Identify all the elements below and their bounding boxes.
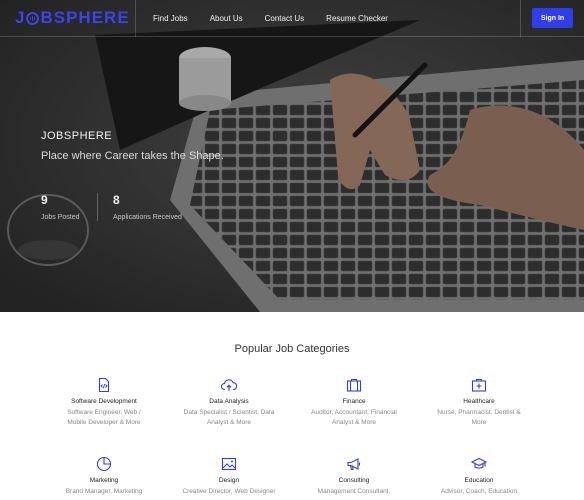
category-name: Finance	[342, 398, 366, 405]
stat-label: Applications Received	[113, 214, 182, 221]
category-description: Management Consultant,	[294, 487, 414, 497]
category-desc-line: Nurse, Pharmacist, Dentist &	[437, 409, 521, 416]
category-name: Software Development	[71, 398, 137, 405]
category-description: Advisor, Coach, Education	[419, 487, 539, 497]
cloud-upload-icon	[221, 379, 237, 391]
category-desc-line: More	[471, 419, 487, 426]
stat-value: 9	[41, 193, 48, 207]
category-desc-line: Mobile Developer & More	[67, 419, 141, 426]
category-desc-line: Brand Manager, Marketing	[65, 488, 143, 495]
hero-subtitle: Place where Career takes the Shape.	[41, 150, 224, 162]
nav-links: Find Jobs About Us Contact Us Resume Che…	[153, 0, 410, 37]
category-description: Creative Director, Web Designer	[169, 487, 289, 497]
globe-icon	[26, 11, 40, 25]
category-desc-line: Analyst & More	[206, 419, 252, 426]
category-name: Healthcare	[463, 398, 495, 405]
megaphone-icon	[347, 458, 361, 471]
category-desc-line: Data Specialist / Scientist, Data	[183, 409, 275, 416]
logo-text-end: BSPHERE	[40, 8, 130, 27]
jobsphere-logo[interactable]: J BSPHERE	[15, 8, 130, 28]
category-education[interactable]: Education Advisor, Coach, Education	[419, 456, 539, 497]
category-healthcare[interactable]: Healthcare Nurse, Pharmacist, Dentist & …	[419, 377, 539, 428]
category-desc-line: Analyst & More	[331, 419, 377, 426]
hero-title: JOBSPHERE	[41, 130, 113, 142]
category-desc-line: Advisor, Coach, Education	[440, 488, 518, 495]
category-software-development[interactable]: Software Development Software Engineer, …	[44, 377, 164, 428]
category-description: Brand Manager, Marketing	[44, 487, 164, 497]
nav-link-about-us[interactable]: About Us	[210, 14, 243, 23]
nav-divider	[520, 0, 521, 37]
category-description: Software Engineer, Web / Mobile Develope…	[44, 408, 164, 428]
nav-divider	[135, 0, 136, 37]
category-name: Consulting	[338, 477, 370, 484]
category-desc-line: Management Consultant,	[317, 488, 391, 495]
image-icon	[221, 457, 237, 471]
category-design[interactable]: Design Creative Director, Web Designer	[169, 456, 289, 497]
category-name: Data Analysis	[209, 398, 249, 405]
stat-applications-received: 8 Applications Received	[113, 193, 182, 221]
nav-link-contact-us[interactable]: Contact Us	[265, 14, 305, 23]
category-name: Education	[464, 477, 494, 484]
stat-jobs-posted: 9 Jobs Posted	[41, 193, 80, 221]
category-name: Design	[218, 477, 240, 484]
category-desc-line: Creative Director, Web Designer	[182, 488, 276, 495]
category-description: Data Specialist / Scientist, Data Analys…	[169, 408, 289, 428]
stat-label: Jobs Posted	[41, 214, 80, 221]
logo-text-start: J	[15, 8, 26, 27]
first-aid-icon	[471, 378, 487, 392]
code-file-icon	[98, 377, 110, 393]
nav-link-find-jobs[interactable]: Find Jobs	[153, 14, 188, 23]
category-data-analysis[interactable]: Data Analysis Data Specialist / Scientis…	[169, 377, 289, 428]
category-desc-line: Auditor, Accountant, Financial	[311, 409, 397, 416]
category-name: Marketing	[89, 477, 119, 484]
category-finance[interactable]: Finance Auditor, Accountant, Financial A…	[294, 377, 414, 428]
sign-in-button[interactable]: Sign In	[532, 8, 573, 28]
stat-divider	[97, 193, 98, 221]
graduation-cap-icon	[471, 457, 487, 469]
categories-heading: Popular Job Categories	[234, 343, 350, 355]
briefcase-icon	[346, 378, 362, 392]
category-description: Nurse, Pharmacist, Dentist & More	[419, 408, 539, 428]
top-navbar: J BSPHERE Find Jobs About Us Contact Us …	[0, 0, 584, 37]
category-description: Auditor, Accountant, Financial Analyst &…	[294, 408, 414, 428]
category-consulting[interactable]: Consulting Management Consultant,	[294, 456, 414, 497]
category-marketing[interactable]: Marketing Brand Manager, Marketing	[44, 456, 164, 497]
hero-section: J BSPHERE Find Jobs About Us Contact Us …	[0, 0, 584, 312]
pie-chart-icon	[96, 456, 112, 472]
stat-value: 8	[113, 193, 120, 207]
category-desc-line: Software Engineer, Web /	[67, 409, 141, 416]
nav-link-resume-checker[interactable]: Resume Checker	[326, 14, 388, 23]
